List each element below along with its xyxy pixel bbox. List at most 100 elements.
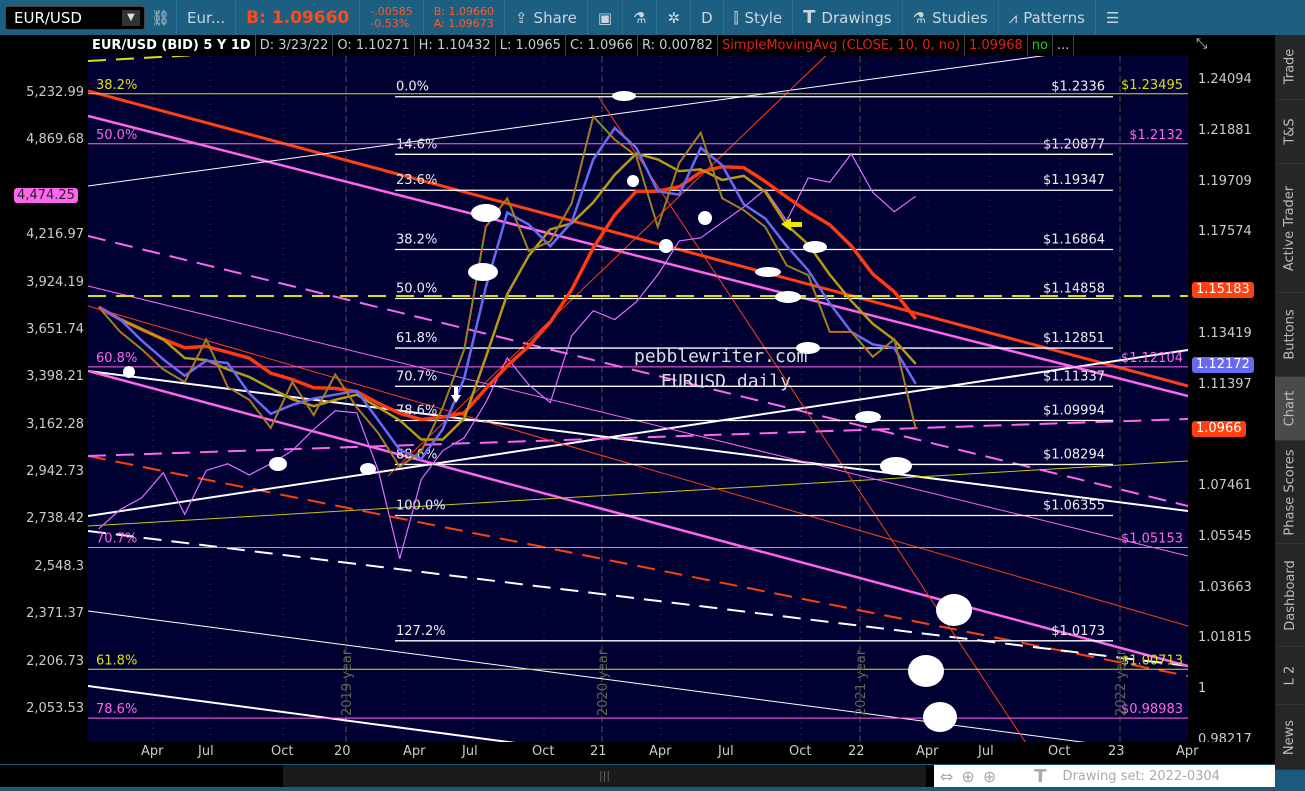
bid-small: B: 1.09660	[433, 4, 494, 18]
right-axis-tick: 1.17574	[1198, 224, 1252, 240]
time-axis-tick: Oct	[789, 744, 812, 759]
interval-button[interactable]: D	[690, 0, 723, 35]
side-tab-news[interactable]: News	[1275, 705, 1305, 771]
pan-icon[interactable]: ⇔	[940, 767, 953, 786]
drawings-button[interactable]: T Drawings	[792, 0, 901, 35]
right-axis-tick: 1.07461	[1198, 478, 1252, 494]
side-tab-t-s[interactable]: T&S	[1275, 99, 1305, 165]
fib-ext-pct: 60.8%	[96, 351, 137, 366]
fib-price: $1.12851	[1043, 331, 1105, 346]
time-axis-tick: Apr	[916, 744, 939, 759]
chevron-down-icon[interactable]: ▼	[122, 9, 140, 26]
time-axis-tick: Oct	[271, 744, 294, 759]
side-tab-chart[interactable]: Chart	[1275, 376, 1305, 442]
text-tool-icon[interactable]: T	[1034, 766, 1046, 787]
share-button[interactable]: ⇪ Share	[503, 0, 587, 35]
candle-icon: ⫿	[733, 8, 739, 27]
price-marker: 1.12172	[1192, 357, 1254, 374]
fib-pct: 127.2%	[396, 624, 446, 639]
list-icon: ☰	[1105, 8, 1120, 27]
side-tab-label: Phase Scores	[1282, 449, 1298, 536]
fib-pct: 38.2%	[396, 233, 437, 248]
chart-canvas[interactable]: 0.0% $1.2336 14.6% $1.20877 23.6% $1.19347 38.…	[87, 0, 1189, 757]
marker-ellipses	[123, 91, 972, 732]
drawing-set-label[interactable]: Drawing set: 2022-0304	[1063, 769, 1220, 784]
chart-scrollbar[interactable]: ||| ⇔ ⊕ ⊕ T Drawing set: 2022-0304	[0, 765, 1275, 787]
fib-price: $1.19347	[1043, 173, 1105, 188]
info-high: H: 1.10432	[415, 35, 496, 56]
left-axis-tick: 2,942.73	[26, 464, 84, 480]
fib-ext-price: $0.98983	[1121, 702, 1183, 717]
patterns-button[interactable]: ⩘ Patterns	[997, 0, 1095, 35]
info-open: O: 1.10271	[333, 35, 415, 56]
info-close: C: 1.0966	[566, 35, 639, 56]
linked-symbol[interactable]: Eur...	[176, 0, 235, 35]
flask-icon: ⚗	[912, 8, 927, 27]
side-tabs: Trade T&S Active Trader Buttons Chart Phase S…	[1275, 35, 1305, 771]
price-chart[interactable]: 0.0% $1.2336 14.6% $1.20877 23.6% $1.19347 38.…	[87, 0, 1189, 757]
side-tab-label: News	[1282, 719, 1298, 755]
time-axis: Apr Jul Oct 20 Apr Jul Oct 21 Apr Jul Oct 22 Apr Jul O…	[0, 742, 1275, 764]
flask-button[interactable]: ⚗	[622, 0, 656, 35]
time-axis-tick: Jul	[718, 744, 734, 759]
expand-icon[interactable]: ⤡	[1196, 36, 1207, 52]
bid-price: B: 1.09660	[246, 7, 350, 28]
fib-pct: 100.0%	[396, 498, 446, 513]
zoom-icon[interactable]: ⊕	[983, 767, 996, 786]
crosshair-icon[interactable]: ⊕	[961, 767, 974, 786]
style-button[interactable]: ⫿ Style	[722, 0, 793, 35]
studies-button[interactable]: ⚗ Studies	[901, 0, 998, 35]
patterns-label: Patterns	[1023, 8, 1085, 27]
study-flag: no	[1028, 35, 1053, 56]
studies-label: Studies	[932, 8, 988, 27]
study-name[interactable]: SimpleMovingAvg (CLOSE, 10, 0, no)	[718, 35, 965, 56]
time-axis-tick: Oct	[1048, 744, 1071, 759]
time-axis-tick: 20	[334, 744, 351, 759]
fib-ext-pct: 70.7%	[96, 532, 137, 547]
drawings-label: Drawings	[821, 8, 892, 27]
settings-button[interactable]: ✲	[656, 0, 690, 35]
patterns-icon: ⩘	[1008, 8, 1018, 27]
menu-button[interactable]: ☰	[1094, 0, 1129, 35]
year-label: 2019 year	[340, 649, 355, 716]
scroll-right-arrow[interactable]	[926, 765, 934, 787]
share-label: Share	[533, 8, 577, 27]
scroll-thumb[interactable]: |||	[283, 765, 926, 787]
flask-icon: ⚗	[633, 8, 647, 27]
time-axis-tick: Apr	[403, 744, 426, 759]
info-icon: ▣	[597, 8, 613, 27]
left-axis-tick: 2,738.42	[26, 511, 84, 527]
share-icon: ⇪	[514, 8, 528, 27]
side-tab-l-2[interactable]: L 2	[1275, 647, 1305, 706]
info-date: D: 3/23/22	[256, 35, 334, 56]
side-tab-dashboard[interactable]: Dashboard	[1275, 544, 1305, 648]
fib-ext-pct: 61.8%	[96, 653, 137, 668]
side-tab-label: Chart	[1282, 390, 1298, 427]
watermark-desc: EURUSD daily	[661, 371, 791, 392]
time-axis-tick: 21	[590, 744, 607, 759]
side-tab-buttons[interactable]: Buttons	[1275, 292, 1305, 377]
time-axis-tick: Apr	[141, 744, 164, 759]
right-axis-tick: 1.05545	[1198, 528, 1252, 544]
scroll-left-track[interactable]	[0, 765, 283, 787]
right-axis-tick: 1.19709	[1198, 173, 1252, 189]
symbol-selector[interactable]: EUR/USD ▼	[5, 5, 145, 30]
study-more[interactable]: ...	[1053, 35, 1075, 56]
right-axis-tick: 1.13419	[1198, 325, 1252, 341]
right-price-axis: 1.24094 1.21881 1.19709 1.17574 1.13419 1.113…	[1188, 35, 1275, 747]
fib-pct: 14.6%	[396, 137, 437, 152]
side-tab-trade[interactable]: Trade	[1275, 35, 1305, 100]
fib-price: $1.0173	[1051, 624, 1105, 639]
fib-ext-price: $1.23495	[1121, 78, 1183, 93]
side-tab-active-trader[interactable]: Active Trader	[1275, 164, 1305, 293]
chart-info-bar: EUR/USD (BID) 5 Y 1D D: 3/23/22 O: 1.102…	[88, 35, 1188, 56]
right-axis-tick: 1	[1198, 681, 1207, 697]
fib-ext-price: $1.05153	[1121, 532, 1183, 547]
quote-info-button[interactable]: ▣	[586, 0, 622, 35]
interval-label: D	[701, 8, 713, 27]
left-axis-tick: 2,053.53	[26, 701, 84, 716]
side-tab-phase-scores[interactable]: Phase Scores	[1275, 441, 1305, 545]
link-icon[interactable]: ⛓	[145, 0, 176, 35]
left-axis-tick: 2,371.37	[26, 606, 84, 622]
left-axis-tick: 3,398.21	[26, 369, 84, 385]
